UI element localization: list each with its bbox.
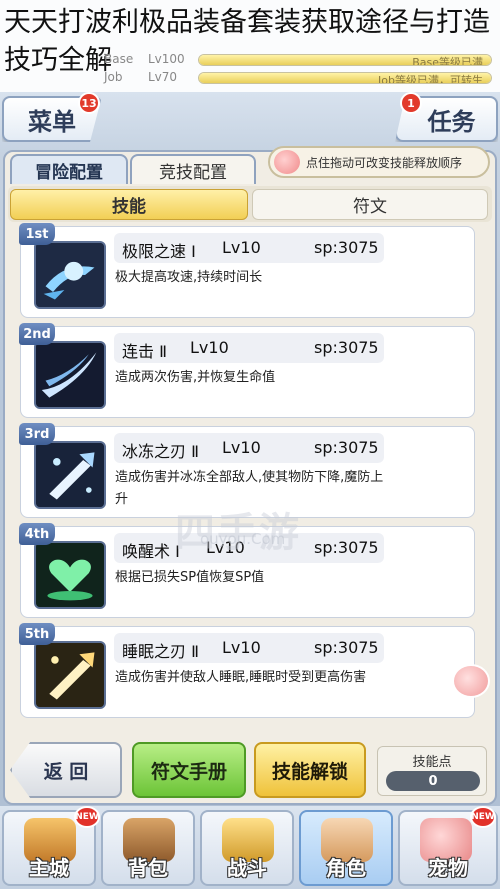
task-badge: 1 (400, 92, 422, 114)
skill-points-value: 0 (386, 771, 480, 791)
new-tag: NEW (470, 806, 496, 828)
rank-badge: 5th (19, 623, 55, 645)
skill-points-label: 技能点 (412, 755, 452, 770)
nav-label: 宠物 (428, 856, 468, 880)
menu-badge: 13 (78, 92, 100, 114)
speed-skill-icon (34, 241, 106, 309)
nav-label: 战斗 (227, 856, 267, 880)
skill-sp: sp:3075 (314, 538, 379, 557)
skill-points-box: 技能点 0 (377, 746, 487, 796)
subtab-skills-label: 技能 (112, 197, 146, 217)
skill-sp: sp:3075 (314, 638, 379, 657)
nav-label: 角色 (326, 856, 366, 880)
skill-description: 极大提高攻速,持续时间长 (115, 270, 263, 285)
base-key: Base (104, 52, 134, 66)
combo-skill-icon (34, 341, 106, 409)
back-label: 返 回 (43, 760, 89, 783)
nav-backpack[interactable]: 背包 (101, 810, 195, 886)
poring-pet-icon[interactable] (452, 664, 490, 698)
skill-name-bar: 睡眠之刃 Ⅱ Lv10 sp:3075 (114, 633, 384, 663)
nav-character[interactable]: 角色 (299, 810, 393, 886)
skill-card-2[interactable]: 2nd 连击 Ⅱ Lv10 sp:3075 造成两次伤害,并恢复生命值 (19, 323, 475, 418)
job-key: Job (104, 70, 123, 84)
skill-sp: sp:3075 (314, 338, 379, 357)
skill-level: Lv10 (222, 438, 261, 457)
subtab-runes[interactable]: 符文 (252, 189, 488, 220)
skill-name-bar: 极限之速 Ⅰ Lv10 sp:3075 (114, 233, 384, 263)
nav-label: 主城 (29, 856, 69, 880)
subtab-runes-label: 符文 (353, 197, 387, 217)
base-bar-text: Base等级已满 (412, 56, 483, 66)
job-bar-text: Job等级已满，可转生 (378, 74, 483, 84)
job-exp-bar: Job等级已满，可转生 (198, 72, 492, 84)
tab-adventure-label: 冒险配置 (35, 162, 103, 183)
tab-arena-config[interactable]: 竞技配置 (130, 154, 256, 184)
subtab-skills[interactable]: 技能 (10, 189, 248, 220)
nav-label: 背包 (128, 856, 168, 880)
base-level: Lv100 (148, 52, 185, 66)
skill-name: 唤醒术 Ⅰ (122, 542, 180, 561)
frost-blade-icon (34, 441, 106, 509)
skill-card-5[interactable]: 5th 睡眠之刃 Ⅱ Lv10 sp:3075 造成伤害并使敌人睡眠,睡眠时受到… (19, 623, 475, 718)
hint-text: 点住拖动可改变技能释放顺序 (306, 155, 463, 170)
skill-description: 造成两次伤害,并恢复生命值 (115, 370, 276, 385)
base-exp-bar: Base等级已满 (198, 54, 492, 66)
exp-stats: Base Lv100 Base等级已满 Job Lv70 Job等级已满，可转生 (100, 50, 500, 90)
job-level-row: Job Lv70 Job等级已满，可转生 (100, 69, 500, 87)
skill-card-1[interactable]: 1st 极限之速 Ⅰ Lv10 sp:3075 极大提高攻速,持续时间长 (19, 223, 475, 318)
skill-level: Lv10 (222, 238, 261, 257)
skill-unlock-label: 技能解锁 (271, 760, 348, 783)
base-level-row: Base Lv100 Base等级已满 (100, 51, 500, 69)
skill-name: 冰冻之刃 Ⅱ (122, 442, 199, 461)
skill-sp: sp:3075 (314, 438, 379, 457)
nav-battle[interactable]: 战斗 (200, 810, 294, 886)
awaken-heart-icon (34, 541, 106, 609)
job-level: Lv70 (148, 70, 178, 84)
skill-unlock-button[interactable]: 技能解锁 (254, 742, 366, 798)
skill-level: Lv10 (222, 638, 261, 657)
skill-description: 造成伤害并使敌人睡眠,睡眠时受到更高伤害 (115, 670, 367, 685)
watermark: 四手游 (175, 510, 301, 556)
rune-manual-label: 符文手册 (150, 760, 227, 783)
rune-manual-button[interactable]: 符文手册 (132, 742, 246, 798)
back-button[interactable]: 返 回 (10, 742, 122, 798)
skill-name: 极限之速 Ⅰ (122, 242, 196, 261)
skill-sp: sp:3075 (314, 238, 379, 257)
rank-badge: 4th (19, 523, 55, 545)
skill-name-bar: 冰冻之刃 Ⅱ Lv10 sp:3075 (114, 433, 384, 463)
drag-order-hint: 点住拖动可改变技能释放顺序 (268, 146, 490, 178)
tab-arena-label: 竞技配置 (159, 162, 227, 183)
skill-description: 根据已损失SP值恢复SP值 (115, 570, 265, 585)
rank-badge: 1st (19, 223, 55, 245)
skill-name-bar: 连击 Ⅱ Lv10 sp:3075 (114, 333, 384, 363)
new-tag: NEW (74, 806, 100, 828)
skill-name: 睡眠之刃 Ⅱ (122, 642, 199, 661)
task-label: 任务 (427, 107, 476, 136)
rank-badge: 2nd (19, 323, 55, 345)
menu-label: 菜单 (28, 107, 76, 136)
rank-badge: 3rd (19, 423, 55, 445)
skill-name: 连击 Ⅱ (122, 342, 167, 361)
poring-icon (274, 150, 300, 174)
skill-level: Lv10 (190, 338, 229, 357)
watermark-url: ouyou.Com (200, 530, 286, 548)
tab-adventure-config[interactable]: 冒险配置 (10, 154, 128, 184)
sleep-blade-icon (34, 641, 106, 709)
